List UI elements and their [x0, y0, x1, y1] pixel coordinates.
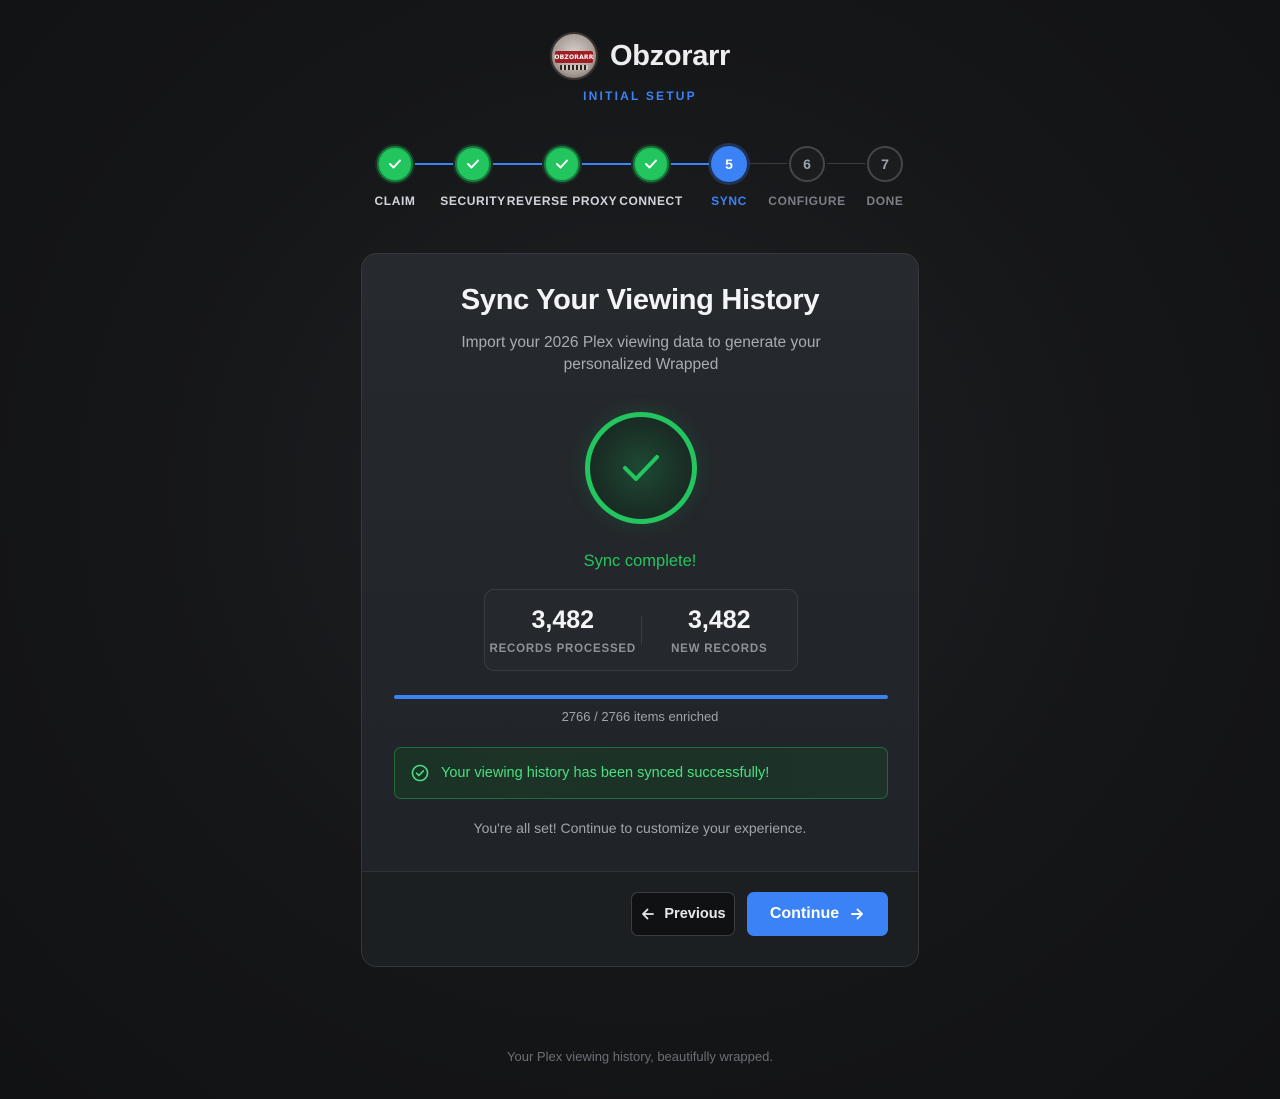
step-label: CLAIM [374, 194, 416, 208]
step-label: SECURITY [440, 194, 506, 208]
step-check-icon [544, 146, 580, 182]
alert-text: Your viewing history has been synced suc… [441, 765, 770, 781]
step-check-icon [633, 146, 669, 182]
sync-complete-check-icon [585, 412, 697, 524]
step-label: SYNC [711, 194, 747, 208]
logo-text: OBZORARR [554, 53, 594, 61]
stat-value: 3,482 [531, 605, 595, 634]
stat-label: NEW RECORDS [671, 642, 768, 655]
brand-header: OBZORARR Obzorarr [0, 32, 1280, 80]
previous-button[interactable]: Previous [631, 892, 735, 936]
step-number: 6 [789, 146, 825, 182]
step-check-icon [377, 146, 413, 182]
stat-records-processed: 3,482 RECORDS PROCESSED [485, 590, 641, 670]
stat-new-records: 3,482 NEW RECORDS [642, 590, 798, 670]
stat-label: RECORDS PROCESSED [489, 642, 636, 655]
obzorarr-logo: OBZORARR [549, 32, 598, 80]
footer-tagline: Your Plex viewing history, beautifully w… [507, 1049, 773, 1064]
step-check-icon [455, 146, 491, 182]
step-done: 7 DONE [830, 146, 940, 208]
success-alert: Your viewing history has been synced suc… [394, 747, 888, 799]
previous-label: Previous [664, 906, 726, 922]
step-number: 7 [867, 146, 903, 182]
card-footer: Previous Continue [362, 871, 918, 966]
brand-name: Obzorarr [609, 39, 731, 72]
completion-note: You're all set! Continue to customize yo… [473, 820, 807, 836]
sync-stats: 3,482 RECORDS PROCESSED 3,482 NEW RECORD… [484, 589, 798, 671]
continue-label: Continue [769, 905, 840, 922]
progress-text: 2766 / 2766 items enriched [561, 709, 719, 724]
progress-fill [394, 695, 888, 699]
enrich-progress-bar [394, 695, 888, 699]
continue-button[interactable]: Continue [747, 892, 888, 936]
card-title: Sync Your Viewing History [460, 284, 820, 316]
arrow-right-icon [851, 908, 864, 920]
sync-status-text: Sync complete! [583, 552, 697, 570]
page-subtitle: INITIAL SETUP [583, 89, 697, 103]
step-number: 5 [711, 146, 747, 182]
setup-page: OBZORARR Obzorarr INITIAL SETUP CLAIM SEC… [0, 0, 1280, 1099]
stat-value: 3,482 [687, 605, 751, 634]
step-label: DONE [866, 194, 904, 208]
check-circle-icon [411, 764, 429, 782]
sync-card: Sync Your Viewing History Import your 20… [361, 253, 919, 967]
arrow-left-icon [642, 908, 655, 920]
card-description: Import your 2026 Plex viewing data to ge… [461, 334, 821, 373]
